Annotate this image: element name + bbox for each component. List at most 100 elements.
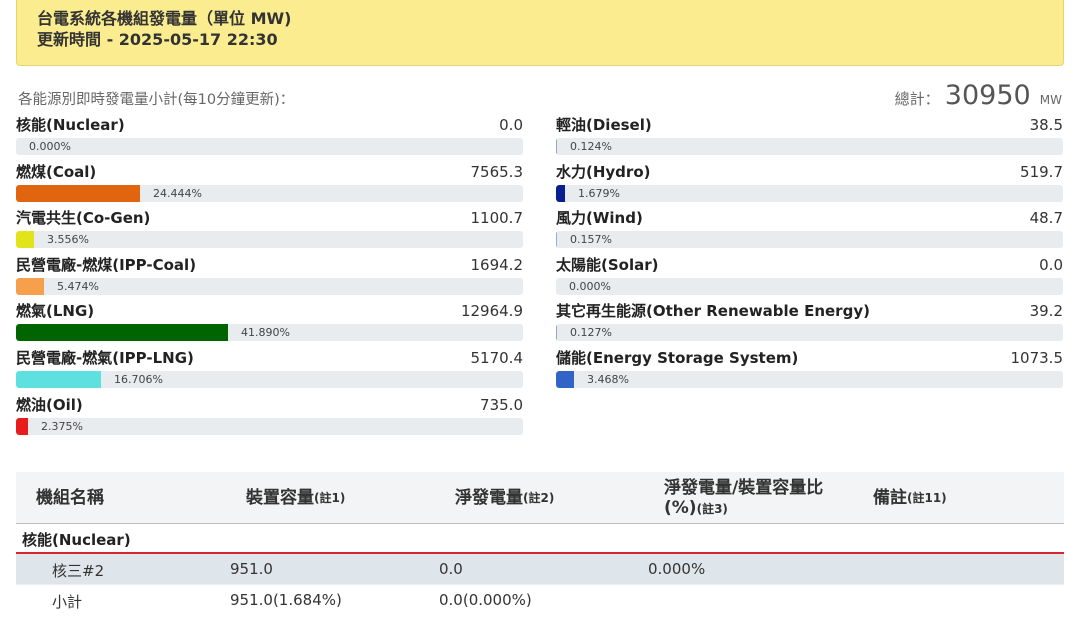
header-capacity[interactable]: 裝置容量 (註1) — [246, 472, 446, 524]
progress-bar-track — [16, 138, 523, 155]
table-row-subtotal[interactable]: 小計 951.0(1.684%) 0.0(0.000%) — [16, 585, 1064, 616]
energy-source-name: 燃氣(LNG) — [16, 302, 95, 321]
energy-source-percent: 0.000% — [29, 140, 71, 153]
header-net-generation-label: 淨發電量 — [455, 488, 523, 508]
header-capacity-label: 裝置容量 — [246, 488, 314, 508]
progress-bar-track — [16, 231, 523, 249]
table-row[interactable]: 核三#2 951.0 0.0 0.000% — [16, 554, 1064, 585]
energy-source-value: 0.0 — [1039, 255, 1063, 274]
progress-bar-track — [556, 138, 1063, 155]
energy-source-co-gen: 汽電共生(Co-Gen) 1100.7 3.556% — [16, 208, 523, 255]
header-ratio-note: (註3) — [696, 501, 728, 516]
energy-source-name: 輕油(Diesel) — [556, 116, 652, 134]
energy-source-percent: 0.000% — [569, 279, 611, 293]
energy-source-value: 39.2 — [1029, 302, 1063, 321]
energy-source-list-left: 核能(Nuclear) 0.0 0.000% 燃煤(Coal) 7565.3 24.444… — [16, 115, 523, 441]
energy-source-value: 1694.2 — [470, 255, 524, 274]
progress-bar-track — [556, 324, 1063, 342]
energy-source-percent: 3.556% — [47, 233, 89, 247]
energy-source-value: 519.7 — [1020, 162, 1063, 181]
energy-source-percent: 0.127% — [570, 326, 612, 340]
energy-source-percent: 5.474% — [57, 279, 99, 293]
energy-source-nuclear: 核能(Nuclear) 0.0 0.000% — [16, 115, 523, 162]
energy-source-name: 風力(Wind) — [556, 209, 643, 228]
energy-source-value: 735.0 — [480, 395, 523, 414]
energy-source-value: 7565.3 — [470, 162, 524, 181]
energy-source-energy-storage-system: 儲能(Energy Storage System) 1073.5 3.468% — [556, 348, 1063, 395]
total-value: 30950 — [944, 80, 1031, 111]
progress-bar-track — [556, 277, 1063, 295]
energy-source-value: 1100.7 — [470, 209, 524, 228]
energy-source-ipp-lng: 民營電廠-燃氣(IPP-LNG) 5170.4 16.706% — [16, 348, 523, 395]
energy-source-wind: 風力(Wind) 48.7 0.157% — [556, 208, 1063, 255]
header-unit-name-label: 機組名稱 — [36, 488, 104, 508]
subtotal-name: 小計 — [52, 593, 83, 611]
header-ratio[interactable]: 淨發電量/裝置容量比(%)(註3) — [664, 472, 840, 524]
subtotal-capacity: 951.0(1.684%) — [230, 591, 342, 609]
energy-source-name: 民營電廠-燃氣(IPP-LNG) — [16, 348, 194, 367]
progress-bar-fill — [16, 417, 28, 435]
header-remarks[interactable]: 備註 (註11) — [873, 472, 1053, 524]
progress-bar-track — [16, 417, 523, 435]
energy-source-coal: 燃煤(Coal) 7565.3 24.444% — [16, 162, 523, 209]
group-label: 核能(Nuclear) — [22, 531, 131, 549]
energy-source-name: 燃煤(Coal) — [16, 162, 97, 181]
energy-source-name: 太陽能(Solar) — [556, 255, 659, 274]
progress-bar-fill — [556, 231, 557, 249]
energy-source-lng: 燃氣(LNG) 12964.9 41.890% — [16, 301, 523, 348]
energy-source-name: 水力(Hydro) — [556, 162, 651, 181]
unit-name: 核三#2 — [52, 562, 105, 580]
energy-source-value: 0.0 — [499, 116, 523, 134]
energy-source-solar: 太陽能(Solar) 0.0 0.000% — [556, 255, 1063, 302]
header-net-generation[interactable]: 淨發電量 (註2) — [455, 472, 655, 524]
energy-source-value: 48.7 — [1029, 209, 1063, 228]
energy-source-percent: 16.706% — [114, 372, 163, 386]
header-net-generation-note: (註2) — [523, 491, 555, 505]
energy-source-percent: 2.375% — [41, 419, 83, 433]
progress-bar-fill — [556, 138, 557, 155]
energy-source-list-right: 輕油(Diesel) 38.5 0.124% 水力(Hydro) 519.7 1.679%… — [556, 115, 1063, 395]
energy-source-value: 5170.4 — [470, 348, 524, 367]
energy-source-percent: 24.444% — [153, 186, 202, 200]
energy-source-name: 其它再生能源(Other Renewable Energy) — [556, 302, 870, 321]
energy-source-other-renewable-energy: 其它再生能源(Other Renewable Energy) 39.2 0.127% — [556, 301, 1063, 348]
total-summary: 總計： 30950 MW — [895, 80, 1062, 111]
progress-bar-fill — [16, 277, 44, 295]
progress-bar-fill — [16, 324, 228, 342]
header-banner: 台電系統各機組發電量（單位 MW) 更新時間 - 2025-05-17 22:3… — [16, 0, 1064, 66]
energy-source-name: 儲能(Energy Storage System) — [556, 348, 799, 367]
energy-source-percent: 0.124% — [570, 140, 612, 153]
total-label: 總計： — [894, 90, 940, 108]
progress-bar-fill — [556, 324, 557, 342]
energy-source-name: 民營電廠-燃煤(IPP-Coal) — [16, 255, 197, 274]
header-unit-name[interactable]: 機組名稱 — [36, 472, 216, 524]
energy-source-name: 核能(Nuclear) — [16, 116, 125, 134]
energy-source-hydro: 水力(Hydro) 519.7 1.679% — [556, 162, 1063, 209]
unit-capacity: 951.0 — [230, 560, 273, 578]
energy-source-value: 38.5 — [1029, 116, 1063, 134]
energy-source-name: 燃油(Oil) — [16, 395, 83, 414]
progress-bar-fill — [16, 370, 101, 388]
energy-source-percent: 1.679% — [578, 186, 620, 200]
total-unit: MW — [1039, 93, 1062, 107]
progress-bar-track — [16, 184, 523, 202]
energy-source-ipp-coal: 民營電廠-燃煤(IPP-Coal) 1694.2 5.474% — [16, 255, 523, 302]
update-time: 更新時間 - 2025-05-17 22:30 — [37, 30, 278, 49]
progress-bar-fill — [16, 231, 34, 249]
progress-bar-track — [556, 231, 1063, 249]
progress-bar-fill — [556, 184, 565, 202]
progress-bar-fill — [16, 184, 140, 202]
energy-source-oil: 燃油(Oil) 735.0 2.375% — [16, 395, 523, 442]
header-remarks-label: 備註 — [873, 488, 907, 508]
unit-ratio: 0.000% — [648, 560, 706, 578]
summary-label: 各能源別即時發電量小計(每10分鐘更新)： — [18, 92, 295, 108]
energy-source-percent: 0.157% — [570, 233, 612, 247]
energy-source-percent: 41.890% — [241, 326, 290, 340]
progress-bar-track — [16, 370, 523, 388]
energy-source-value: 1073.5 — [1010, 348, 1064, 367]
page-title: 台電系統各機組發電量（單位 MW) — [37, 9, 292, 28]
energy-source-value: 12964.9 — [460, 302, 523, 321]
group-row-nuclear[interactable]: 核能(Nuclear) — [16, 524, 1064, 554]
progress-bar-fill — [556, 370, 574, 388]
generator-table: 機組名稱 裝置容量 (註1) 淨發電量 (註2) 淨發電量/裝置容量比(%)(註3)… — [16, 472, 1064, 616]
